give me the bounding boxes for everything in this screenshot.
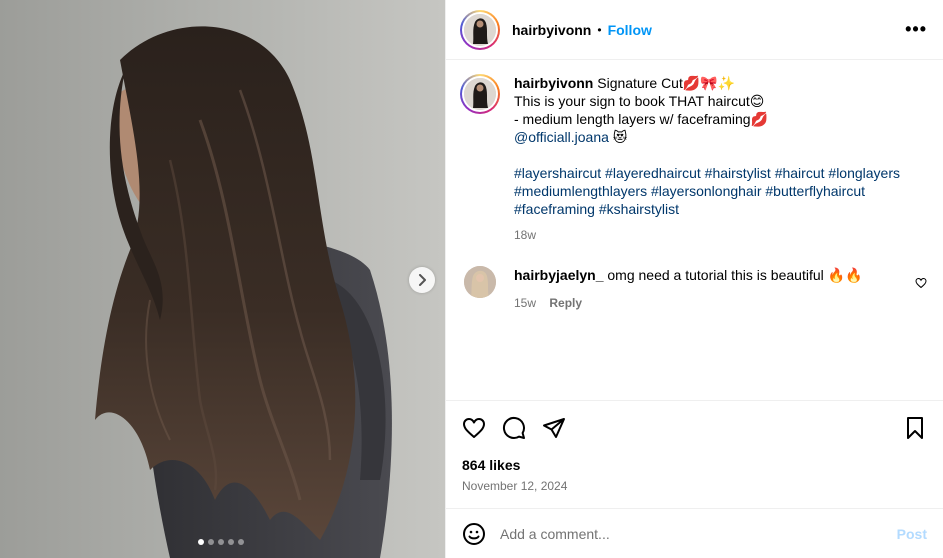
separator-dot: • bbox=[597, 22, 602, 37]
comments-area[interactable]: hairbyivonn Signature Cut💋🎀✨ This is you… bbox=[446, 60, 943, 400]
hashtag-link[interactable]: #longlayers bbox=[828, 165, 900, 181]
caption-timestamp[interactable]: 18w bbox=[514, 226, 914, 244]
hashtag-link[interactable]: #haircut bbox=[775, 165, 825, 181]
comment-icon[interactable] bbox=[502, 416, 526, 440]
comment-text: hairbyjaelyn_ omg need a tutorial this i… bbox=[514, 266, 863, 312]
emoji-icon[interactable] bbox=[462, 522, 486, 546]
reply-button[interactable]: Reply bbox=[549, 296, 582, 310]
comment-input[interactable] bbox=[500, 525, 897, 542]
post-photo bbox=[0, 0, 445, 558]
caption-line-2: This is your sign to book THAT haircut😊 bbox=[514, 93, 765, 109]
hashtag-link[interactable]: #layersonlonghair bbox=[651, 183, 762, 199]
caption: hairbyivonn Signature Cut💋🎀✨ This is you… bbox=[460, 74, 927, 244]
hashtag-link[interactable]: #mediumlengthlayers bbox=[514, 183, 647, 199]
hashtag-link[interactable]: #layershaircut bbox=[514, 165, 601, 181]
caption-author-avatar[interactable] bbox=[460, 74, 500, 114]
avatar-image bbox=[464, 266, 496, 298]
post-date[interactable]: November 12, 2024 bbox=[462, 479, 927, 493]
post-media[interactable] bbox=[0, 0, 445, 558]
like-count[interactable]: 864 likes bbox=[462, 457, 927, 473]
commenter-avatar[interactable] bbox=[464, 266, 496, 298]
instagram-post: hairbyivonn • Follow ••• hairbyivonn Sig… bbox=[0, 0, 943, 558]
mention-emoji: 😻 bbox=[612, 129, 628, 145]
carousel-dot bbox=[208, 539, 214, 545]
more-options-icon[interactable]: ••• bbox=[905, 19, 927, 40]
like-comment-icon[interactable] bbox=[915, 276, 927, 292]
avatar-image bbox=[464, 13, 496, 46]
carousel-indicator bbox=[198, 539, 244, 545]
post-header: hairbyivonn • Follow ••• bbox=[446, 0, 943, 60]
commenter-username[interactable]: hairbyjaelyn_ bbox=[514, 267, 604, 283]
comment-body: omg need a tutorial this is beautiful 🔥🔥 bbox=[607, 267, 863, 283]
mention-link[interactable]: @officiall.joana bbox=[514, 129, 609, 145]
caption-username[interactable]: hairbyivonn bbox=[514, 75, 593, 91]
post-actions: 864 likes November 12, 2024 bbox=[446, 400, 943, 508]
heart-icon[interactable] bbox=[462, 416, 486, 440]
chevron-right-icon bbox=[419, 274, 426, 286]
add-comment-bar: Post bbox=[446, 508, 943, 558]
author-username[interactable]: hairbyivonn bbox=[512, 22, 591, 38]
carousel-dot bbox=[228, 539, 234, 545]
hashtag-link[interactable]: #hairstylist bbox=[705, 165, 771, 181]
hashtag-link[interactable]: #faceframing bbox=[514, 201, 595, 217]
carousel-dot bbox=[218, 539, 224, 545]
follow-button[interactable]: Follow bbox=[608, 22, 652, 38]
hashtag-link[interactable]: #butterflyhaircut bbox=[765, 183, 865, 199]
avatar-image bbox=[464, 78, 496, 110]
hashtag-list: #layershaircut #layeredhaircut #hairstyl… bbox=[514, 164, 914, 218]
caption-line-1: Signature Cut💋🎀✨ bbox=[597, 75, 736, 91]
post-panel: hairbyivonn • Follow ••• hairbyivonn Sig… bbox=[445, 0, 943, 558]
post-comment-button[interactable]: Post bbox=[897, 526, 927, 542]
bookmark-icon[interactable] bbox=[903, 416, 927, 440]
comment-timestamp[interactable]: 15w bbox=[514, 296, 536, 310]
share-icon[interactable] bbox=[542, 416, 566, 440]
caption-line-3: - medium length layers w/ faceframing💋 bbox=[514, 111, 768, 127]
carousel-dot bbox=[238, 539, 244, 545]
hashtag-link[interactable]: #layeredhaircut bbox=[605, 165, 701, 181]
carousel-dot bbox=[198, 539, 204, 545]
next-slide-button[interactable] bbox=[409, 267, 435, 293]
comment: hairbyjaelyn_ omg need a tutorial this i… bbox=[460, 266, 927, 312]
hashtag-link[interactable]: #kshairstylist bbox=[599, 201, 679, 217]
author-avatar[interactable] bbox=[460, 9, 500, 50]
caption-text: hairbyivonn Signature Cut💋🎀✨ This is you… bbox=[514, 74, 914, 244]
